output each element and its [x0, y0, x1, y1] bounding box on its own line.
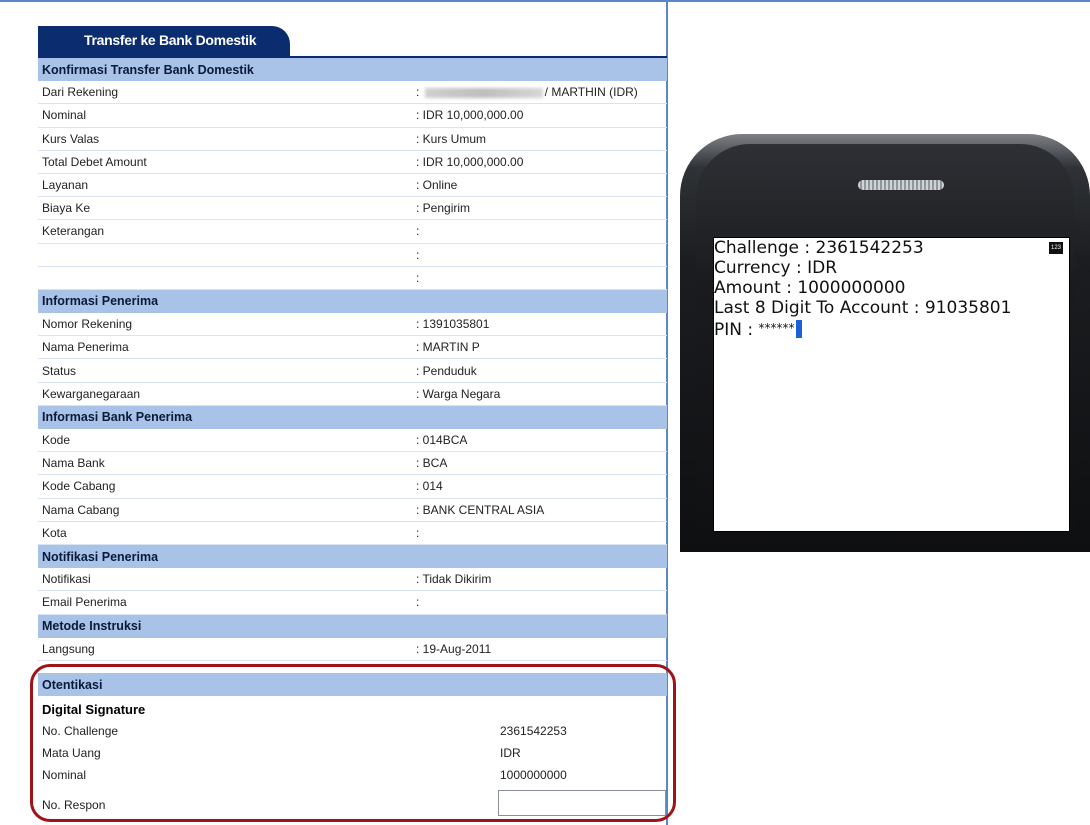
row-layanan: Layanan : Online [38, 174, 667, 198]
value-nama-bank: : BCA [416, 456, 448, 471]
row-kode-cabang: Kode Cabang : 014 [38, 475, 667, 499]
masked-account-number [424, 88, 543, 99]
value-biaya-ke: : Pengirim [416, 201, 471, 216]
label-total-debet: Total Debet Amount [42, 154, 147, 169]
label-kode: Kode [42, 433, 71, 448]
input-mode-icon: 123 [1049, 242, 1063, 254]
row-keterangan-3: : [38, 267, 667, 290]
row-notifikasi: Notifikasi : Tidak Dikirim [38, 568, 667, 592]
value-kota: : [416, 525, 420, 540]
section-informasi-penerima: Informasi Penerima [38, 289, 667, 314]
tab-title: Transfer ke Bank Domestik [84, 32, 257, 48]
value-dari-rekening: : / MARTHIN (IDR) [416, 85, 638, 100]
label-nama-cabang: Nama Cabang [42, 502, 120, 517]
value-status: : Penduduk [416, 363, 477, 378]
label-langsung: Langsung [42, 641, 95, 656]
screen-amount: Amount : 1000000000 [714, 278, 906, 298]
value-layanan: : Online [416, 178, 458, 193]
row-biaya-ke: Biaya Ke : Pengirim [38, 197, 667, 221]
section-konfirmasi: Konfirmasi Transfer Bank Domestik [38, 58, 667, 82]
value-nominal: : IDR 10,000,000.00 [416, 108, 524, 123]
section-notifikasi-penerima: Notifikasi Penerima [38, 544, 667, 569]
value-keterangan-3: : [416, 270, 420, 285]
label-kurs-valas: Kurs Valas [42, 131, 100, 146]
row-kurs-valas: Kurs Valas : Kurs Umum [38, 128, 667, 151]
value-nama-cabang: : BANK CENTRAL ASIA [416, 502, 545, 517]
row-nama-penerima: Nama Penerima : MARTIN P [38, 336, 667, 360]
label-kewarganegaraan: Kewarganegaraan [42, 386, 141, 401]
highlight-ring [30, 664, 676, 822]
row-langsung: Langsung : 19-Aug-2011 [38, 638, 667, 661]
label-notifikasi: Notifikasi [42, 572, 91, 587]
label-nama-bank: Nama Bank [42, 456, 105, 471]
screen-pin-row[interactable]: PIN : ****** [714, 318, 1069, 340]
screen-last-digits: Last 8 Digit To Account : 91035801 [714, 298, 1012, 318]
value-kode: : 014BCA [416, 433, 468, 448]
label-dari-rekening: Dari Rekening [42, 85, 119, 100]
value-email-penerima: : [416, 595, 420, 610]
label-email-penerima: Email Penerima [42, 595, 127, 610]
row-dari-rekening: Dari Rekening : / MARTHIN (IDR) [38, 81, 667, 105]
label-keterangan: Keterangan [42, 224, 105, 239]
speaker-grille-icon [858, 180, 944, 190]
label-nomor-rekening: Nomor Rekening [42, 317, 133, 332]
label-status: Status [42, 363, 77, 378]
value-kewarganegaraan: : Warga Negara [416, 386, 501, 401]
screen-pin-label: PIN : [714, 320, 759, 340]
section-metode-instruksi: Metode Instruksi [38, 614, 667, 638]
label-kode-cabang: Kode Cabang [42, 479, 116, 494]
value-nomor-rekening: : 1391035801 [416, 317, 490, 332]
screen-challenge: Challenge : 2361542253 [714, 238, 924, 258]
row-keterangan-2: : [38, 244, 667, 267]
tab-transfer-bank-domestik[interactable]: Transfer ke Bank Domestik [38, 26, 290, 56]
label-nama-penerima: Nama Penerima [42, 340, 129, 355]
row-nama-bank: Nama Bank : BCA [38, 452, 667, 476]
row-kota: Kota : [38, 522, 667, 545]
row-nomor-rekening: Nomor Rekening : 1391035801 [38, 313, 667, 337]
row-nominal: Nominal : IDR 10,000,000.00 [38, 104, 667, 128]
row-email-penerima: Email Penerima : [38, 591, 667, 615]
value-langsung: : 19-Aug-2011 [416, 641, 492, 656]
label-layanan: Layanan [42, 178, 89, 193]
row-kode: Kode : 014BCA [38, 429, 667, 453]
row-nama-cabang: Nama Cabang : BANK CENTRAL ASIA [38, 499, 667, 522]
value-notifikasi: : Tidak Dikirim [416, 572, 492, 587]
row-total-debet: Total Debet Amount : IDR 10,000,000.00 [38, 151, 667, 174]
row-status: Status : Penduduk [38, 359, 667, 383]
label-nominal: Nominal [42, 108, 87, 123]
value-keterangan: : [416, 224, 420, 239]
label-kota: Kota [42, 525, 67, 540]
value-kode-cabang: : 014 [416, 479, 443, 494]
text-cursor [795, 320, 802, 338]
row-keterangan: Keterangan : [38, 220, 667, 244]
phone-screen: 123 Challenge : 2361542253 Currency : ID… [713, 237, 1070, 532]
section-informasi-bank-penerima: Informasi Bank Penerima [38, 405, 667, 429]
value-nama-penerima: : MARTIN P [416, 340, 480, 355]
screen-currency: Currency : IDR [714, 258, 838, 278]
value-kurs-valas: : Kurs Umum [416, 131, 487, 146]
value-keterangan-2: : [416, 247, 420, 262]
confirmation-table: Konfirmasi Transfer Bank Domestik Dari R… [38, 58, 667, 661]
row-kewarganegaraan: Kewarganegaraan : Warga Negara [38, 383, 667, 406]
screen-pin-value: ****** [758, 321, 795, 335]
label-biaya-ke: Biaya Ke [42, 201, 91, 216]
value-total-debet: : IDR 10,000,000.00 [416, 154, 524, 169]
